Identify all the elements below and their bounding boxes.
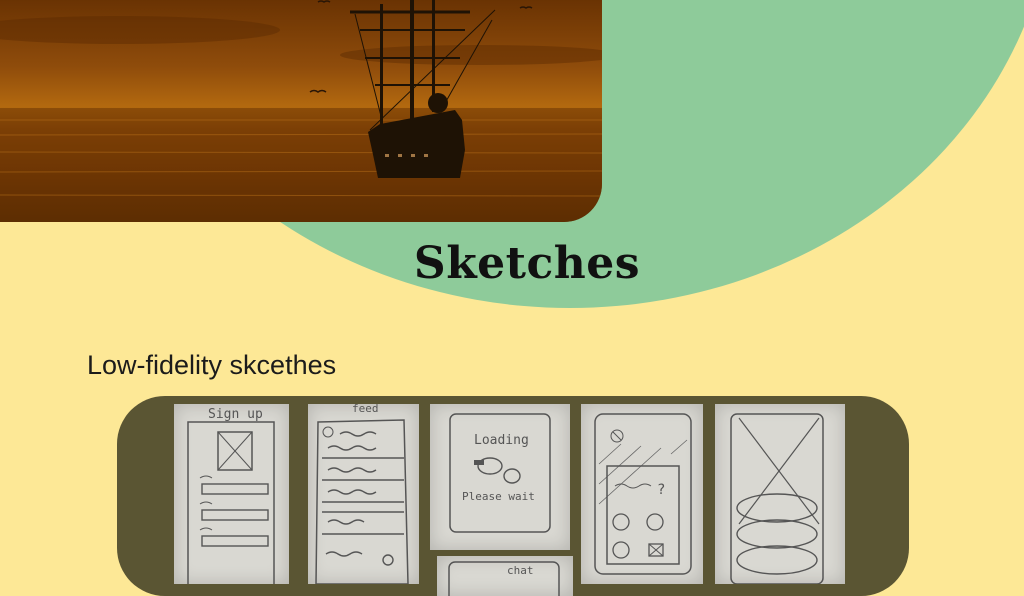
sketch-loading: Loading Please wait: [430, 404, 570, 550]
hero-ship-image: [0, 0, 602, 222]
chat-wireframe-icon: chat: [448, 561, 560, 596]
signup-wireframe-icon: Sign up: [187, 407, 275, 584]
sketch-signup: Sign up: [174, 404, 289, 584]
sketch-loading-label: Loading: [474, 433, 529, 448]
sketch-loading-caption: Please wait: [462, 490, 535, 503]
sketch-game: ?: [581, 404, 703, 584]
sketch-signup-label: Sign up: [208, 407, 263, 422]
shapes-wireframe-icon: [730, 413, 824, 584]
loading-wireframe-icon: Loading Please wait: [449, 413, 551, 533]
sketch-shapes: [715, 404, 845, 584]
game-wireframe-icon: ?: [594, 413, 692, 575]
feed-wireframe-icon: feed: [315, 404, 409, 584]
ship-silhouette-icon: [0, 0, 602, 222]
sketch-feed: feed: [308, 404, 419, 584]
sketch-chat-label: chat: [507, 564, 534, 577]
sketches-panel: Sign up feed Loading Please wait ? chat: [117, 396, 909, 596]
svg-text:?: ?: [657, 482, 665, 498]
sketch-feed-label: feed: [352, 404, 379, 415]
section-subtitle: Low-fidelity skcethes: [87, 350, 337, 380]
sketch-chat: chat: [437, 556, 573, 596]
page-title: Sketches: [413, 238, 641, 289]
